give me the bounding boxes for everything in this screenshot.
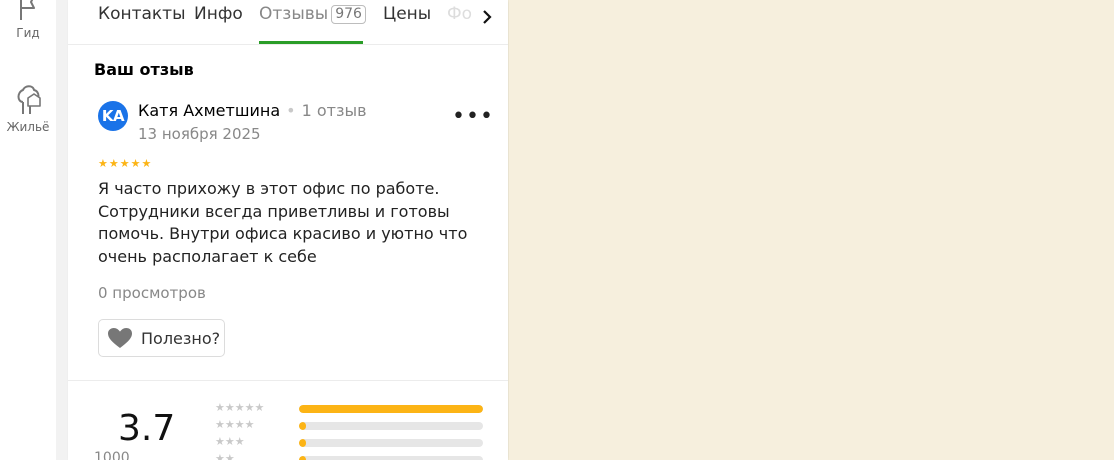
rating-count: 1000 — [94, 450, 130, 460]
separator-dot: • — [286, 101, 296, 120]
review-rating-stars: ★ ★ ★ ★ ★ — [98, 158, 151, 170]
tab-prices-label: Цены — [383, 4, 432, 24]
useful-button[interactable]: Полезно? — [98, 319, 225, 357]
average-rating: 3.7 — [118, 408, 176, 449]
rating-row-stars: ★★★★★ — [215, 401, 265, 414]
rating-bar — [299, 405, 483, 413]
heart-icon — [108, 328, 132, 348]
rating-bar — [299, 422, 483, 430]
useful-label: Полезно? — [141, 328, 221, 348]
divider — [68, 380, 508, 381]
tab-prices[interactable]: Цены — [383, 4, 431, 24]
tab-contacts-label: Контакты — [98, 4, 186, 24]
star-icon: ★ — [119, 157, 130, 170]
avatar[interactable]: KA — [98, 101, 128, 131]
active-tab-indicator — [259, 41, 363, 44]
rail-gap — [56, 0, 68, 460]
rating-bar-fill — [299, 422, 307, 430]
star-icon: ★ — [98, 157, 108, 170]
housing-icon — [17, 85, 41, 114]
left-rail: Гид Жильё — [0, 0, 57, 460]
place-panel: Контакты Инфо Отзывы 976 Цены Фо Ваш отзы… — [68, 0, 508, 460]
star-icon: ★ — [108, 157, 119, 170]
rating-bar — [299, 439, 483, 447]
tab-contacts[interactable]: Контакты — [98, 4, 186, 24]
review-date: 13 ноября 2025 — [138, 125, 261, 143]
tab-info-label: Инфо — [194, 4, 243, 24]
more-options-button[interactable]: ••• — [452, 104, 494, 129]
review-author-count: 1 отзыв — [301, 101, 367, 120]
rating-row-stars: ★★★★ — [215, 418, 255, 431]
tab-photos-label: Фо — [447, 4, 473, 24]
your-review-title: Ваш отзыв — [94, 60, 194, 79]
star-icon: ★ — [141, 157, 152, 170]
rail-housing-label: Жильё — [6, 120, 50, 134]
tab-bar: Контакты Инфо Отзывы 976 Цены Фо — [68, 0, 508, 45]
rating-bar-fill — [299, 439, 307, 447]
rating-row-stars: ★★ — [215, 452, 235, 460]
rail-guide-label: Гид — [16, 26, 40, 40]
rating-bar-fill — [299, 456, 307, 460]
review-views: 0 просмотров — [98, 284, 206, 302]
flag-icon — [20, 0, 35, 20]
rating-row-stars: ★★★ — [215, 435, 245, 448]
tab-reviews-label: Отзывы — [259, 4, 329, 24]
rail-item-housing[interactable]: Жильё — [0, 84, 56, 134]
rating-bar — [299, 456, 483, 460]
tabs-scroll-next-button[interactable] — [472, 0, 502, 34]
rating-bar-fill — [299, 405, 483, 413]
tab-photos[interactable]: Фо — [447, 4, 472, 24]
star-icon: ★ — [130, 157, 141, 170]
review-text: Я часто прихожу в этот офис по работе. С… — [98, 179, 468, 266]
review-author-line: Катя Ахметшина • 1 отзыв — [138, 101, 367, 120]
rail-item-guide[interactable]: Гид — [0, 0, 56, 40]
tab-info[interactable]: Инфо — [194, 4, 243, 24]
chevron-right-icon — [483, 10, 492, 24]
tab-reviews-count: 976 — [331, 5, 366, 24]
tab-reviews[interactable]: Отзывы 976 — [259, 4, 366, 24]
map-canvas[interactable] — [509, 0, 1114, 460]
review-author-name[interactable]: Катя Ахметшина — [138, 101, 280, 120]
